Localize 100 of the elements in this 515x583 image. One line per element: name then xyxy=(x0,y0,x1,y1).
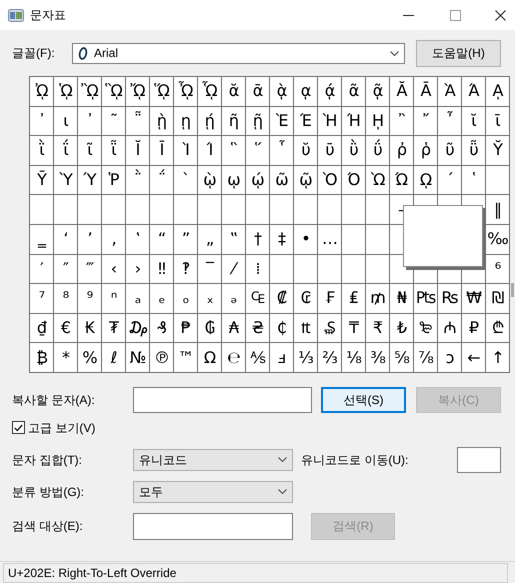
character-cell[interactable]: „ xyxy=(198,224,222,255)
character-cell[interactable]: ⁷ xyxy=(30,284,54,314)
character-cell[interactable]: ᾼ xyxy=(486,77,510,107)
character-cell[interactable]: Ή xyxy=(342,106,366,136)
character-cell[interactable]: ᾽ xyxy=(30,106,54,136)
character-cell[interactable]: ῭ xyxy=(126,166,150,196)
character-cell[interactable]: Ὼ xyxy=(366,166,390,196)
character-cell[interactable]: ῟ xyxy=(270,136,294,166)
character-cell[interactable]: ᾳ xyxy=(294,77,318,107)
character-cell[interactable]: ⅓ xyxy=(294,343,318,373)
character-cell[interactable]: Ὰ xyxy=(438,77,462,107)
character-cell[interactable]: ₮ xyxy=(102,314,126,344)
character-cell[interactable]: ₣ xyxy=(318,284,342,314)
character-cell[interactable]: ῏ xyxy=(438,106,462,136)
character-cell[interactable]: Ί xyxy=(198,136,222,166)
character-cell[interactable]: ΐ xyxy=(54,136,78,166)
character-cell[interactable]: ‡ xyxy=(270,224,294,255)
character-cell[interactable]: ῡ xyxy=(318,136,342,166)
select-button[interactable]: 선택(S) xyxy=(321,386,406,413)
character-cell[interactable]: ₪ xyxy=(486,284,510,314)
minimize-icon[interactable] xyxy=(403,14,414,16)
character-cell[interactable]: ῖ xyxy=(78,136,102,166)
empty-cell[interactable] xyxy=(318,254,342,284)
character-cell[interactable]: “ xyxy=(150,224,174,255)
character-cell[interactable]: Ᾱ xyxy=(414,77,438,107)
character-cell[interactable]: ₐ xyxy=(126,284,150,314)
character-cell[interactable]: ᾱ xyxy=(246,77,270,107)
character-cell[interactable]: ℮ xyxy=(222,343,246,373)
character-cell[interactable]: ₰ xyxy=(150,314,174,344)
character-cell[interactable]: ⁞ xyxy=(246,254,270,284)
empty-cell[interactable] xyxy=(270,254,294,284)
copy-input-field[interactable] xyxy=(133,386,312,413)
search-input-field[interactable] xyxy=(133,512,293,540)
character-cell[interactable]: ⁹ xyxy=(78,284,102,314)
character-cell[interactable]: Ά xyxy=(462,77,486,107)
character-cell[interactable]: ῲ xyxy=(198,166,222,196)
character-cell[interactable]: ₩ xyxy=(462,284,486,314)
empty-cell[interactable] xyxy=(366,195,390,225)
character-cell[interactable]: Ὶ xyxy=(174,136,198,166)
character-cell[interactable]: ₔ xyxy=(222,284,246,314)
character-cell[interactable]: % xyxy=(78,343,102,373)
character-cell[interactable]: ῾ xyxy=(462,166,486,196)
character-cell[interactable]: ₨ xyxy=(438,284,462,314)
character-cell[interactable]: ῀ xyxy=(102,106,126,136)
character-cell[interactable]: ᾨ xyxy=(30,77,54,107)
character-cell[interactable]: ₼ xyxy=(438,314,462,344)
empty-cell[interactable] xyxy=(366,224,390,255)
empty-cell[interactable] xyxy=(246,195,270,225)
character-cell[interactable]: ‽ xyxy=(174,254,198,284)
character-cell[interactable]: ₵ xyxy=(270,314,294,344)
character-cell[interactable]: ι xyxy=(54,106,78,136)
character-cell[interactable]: ῳ xyxy=(222,166,246,196)
empty-cell[interactable] xyxy=(150,195,174,225)
character-cell[interactable]: € xyxy=(54,314,78,344)
character-cell[interactable]: ᾮ xyxy=(174,77,198,107)
charset-dropdown[interactable]: 유니코드 xyxy=(133,448,293,471)
character-cell[interactable]: ₒ xyxy=(174,284,198,314)
character-cell[interactable]: ῶ xyxy=(270,166,294,196)
character-cell[interactable]: ⅎ xyxy=(270,343,294,373)
character-cell[interactable]: ₭ xyxy=(78,314,102,344)
empty-cell[interactable] xyxy=(174,195,198,225)
character-cell[interactable]: ῌ xyxy=(366,106,390,136)
empty-cell[interactable] xyxy=(270,195,294,225)
character-cell[interactable]: ← xyxy=(462,343,486,373)
empty-cell[interactable] xyxy=(366,254,390,284)
character-cell[interactable]: ᾿ xyxy=(78,106,102,136)
character-cell[interactable]: ₾ xyxy=(486,314,510,344)
character-cell[interactable]: ῇ xyxy=(246,106,270,136)
character-cell[interactable]: ῒ xyxy=(30,136,54,166)
character-cell[interactable]: ⁸ xyxy=(54,284,78,314)
character-cell[interactable]: • xyxy=(294,224,318,255)
character-cell[interactable]: ῐ xyxy=(462,106,486,136)
character-cell[interactable]: Ω xyxy=(198,343,222,373)
character-cell[interactable]: Έ xyxy=(294,106,318,136)
character-cell[interactable]: ⅍ xyxy=(246,343,270,373)
character-cell[interactable]: Ῥ xyxy=(102,166,126,196)
character-cell[interactable]: ῆ xyxy=(222,106,246,136)
character-cell[interactable]: ῢ xyxy=(342,136,366,166)
character-cell[interactable]: ‾ xyxy=(198,254,222,284)
character-cell[interactable]: ₢ xyxy=(294,284,318,314)
character-cell[interactable]: ⅝ xyxy=(390,343,414,373)
character-cell[interactable]: ᾭ xyxy=(150,77,174,107)
character-cell[interactable]: ῂ xyxy=(150,106,174,136)
character-cell[interactable]: ₽ xyxy=(462,314,486,344)
help-button[interactable]: 도움말(H) xyxy=(416,40,501,66)
character-cell[interactable]: Ύ xyxy=(78,166,102,196)
character-cell[interactable]: № xyxy=(126,343,150,373)
empty-cell[interactable] xyxy=(222,195,246,225)
character-cell[interactable]: ῄ xyxy=(198,106,222,136)
maximize-icon[interactable] xyxy=(450,10,461,20)
character-cell[interactable]: ῗ xyxy=(102,136,126,166)
character-cell[interactable]: ῼ xyxy=(414,166,438,196)
character-cell[interactable]: Ὴ xyxy=(318,106,342,136)
empty-cell[interactable] xyxy=(30,195,54,225)
character-cell[interactable]: ᾲ xyxy=(270,77,294,107)
character-cell[interactable]: ῠ xyxy=(294,136,318,166)
character-cell[interactable]: ₯ xyxy=(126,314,150,344)
empty-cell[interactable] xyxy=(342,254,366,284)
character-cell[interactable]: ℓ xyxy=(102,343,126,373)
character-cell[interactable]: ῞ xyxy=(246,136,270,166)
